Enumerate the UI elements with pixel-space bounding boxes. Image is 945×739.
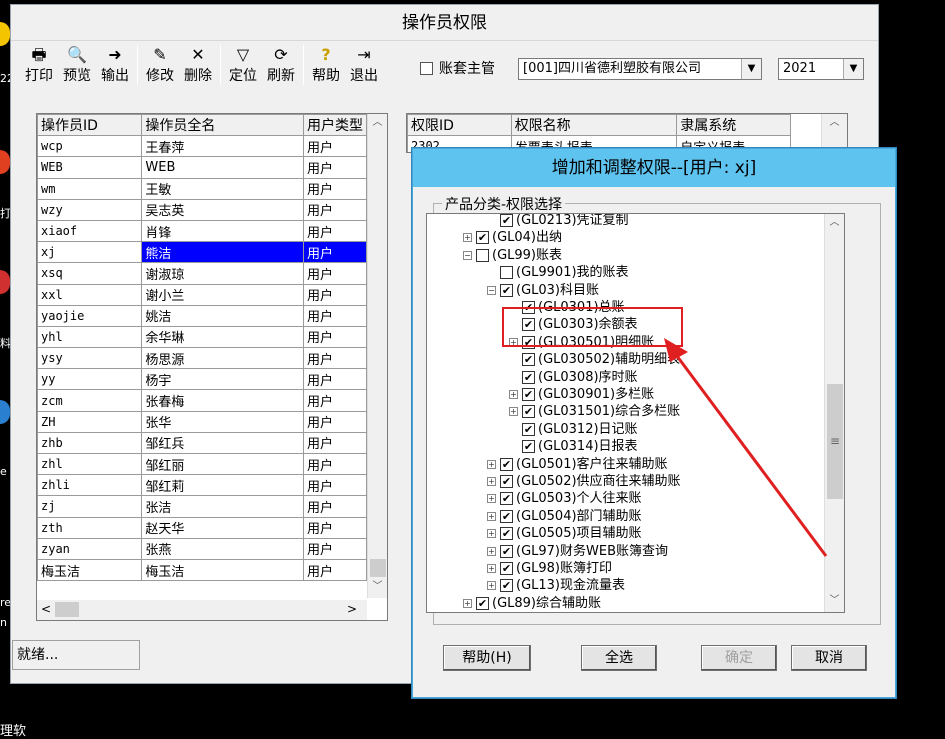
- annotation-arrow-line: [672, 351, 828, 557]
- annotation-arrow: [664, 338, 828, 557]
- annotation-arrow-head: [664, 338, 688, 362]
